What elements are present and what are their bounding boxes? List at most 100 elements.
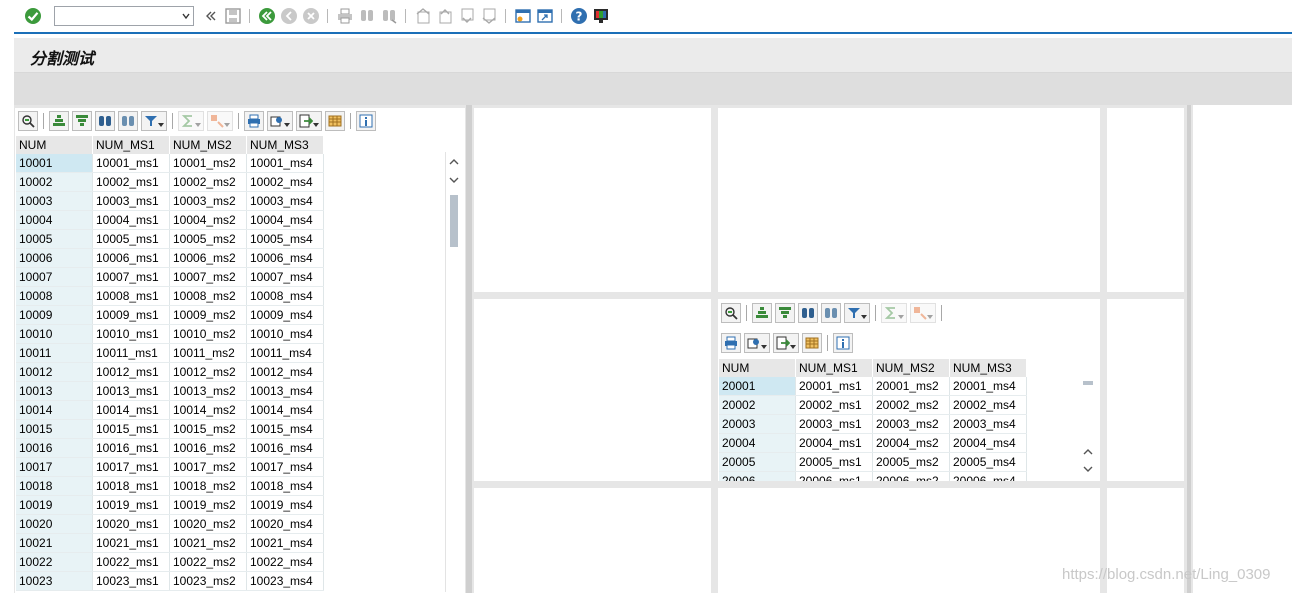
table-cell[interactable]: 10014_ms1: [92, 400, 170, 420]
key-cell[interactable]: 20006: [719, 471, 796, 481]
table-cell[interactable]: 10010_ms2: [169, 324, 247, 344]
layout-icon[interactable]: [325, 111, 345, 131]
find-icon[interactable]: [358, 7, 376, 25]
key-cell[interactable]: 10020: [16, 514, 93, 534]
table-cell[interactable]: 10011_ms2: [169, 343, 247, 363]
chevron-up-icon[interactable]: [1083, 447, 1093, 457]
subtotal-icon[interactable]: [910, 303, 936, 323]
table-row[interactable]: 10023 10023_ms1 10023_ms2 10023_ms4: [16, 571, 324, 591]
table-cell[interactable]: 10015_ms2: [169, 419, 247, 439]
table-row[interactable]: 10012 10012_ms1 10012_ms2 10012_ms4: [16, 362, 324, 382]
total-icon[interactable]: [881, 303, 907, 323]
table-cell[interactable]: 10022_ms4: [246, 552, 324, 572]
table-row[interactable]: 10013 10013_ms1 10013_ms2 10013_ms4: [16, 381, 324, 401]
table-cell[interactable]: 10015_ms4: [246, 419, 324, 439]
table-cell[interactable]: 10001_ms1: [92, 154, 170, 173]
find-icon[interactable]: [95, 111, 115, 131]
table-cell[interactable]: 10014_ms2: [169, 400, 247, 420]
scroll-thumb[interactable]: [1083, 381, 1093, 385]
table-row[interactable]: 20006 20006_ms1 20006_ms2 20006_ms4: [719, 471, 1027, 481]
key-cell[interactable]: 10013: [16, 381, 93, 401]
vertical-splitter[interactable]: [466, 105, 472, 593]
table-cell[interactable]: 10013_ms1: [92, 381, 170, 401]
table-cell[interactable]: 10009_ms2: [169, 305, 247, 325]
details-icon[interactable]: [721, 303, 741, 323]
key-cell[interactable]: 10012: [16, 362, 93, 382]
scroll-thumb[interactable]: [450, 195, 458, 247]
key-cell[interactable]: 10002: [16, 172, 93, 192]
shortcut-icon[interactable]: [536, 7, 554, 25]
find-icon[interactable]: [798, 303, 818, 323]
table-row[interactable]: 10001 10001_ms1 10001_ms2 10001_ms4: [16, 154, 324, 173]
column-header-num-ms3[interactable]: NUM_MS3: [246, 136, 324, 154]
table-row[interactable]: 10011 10011_ms1 10011_ms2 10011_ms4: [16, 343, 324, 363]
table-row[interactable]: 10018 10018_ms1 10018_ms2 10018_ms4: [16, 476, 324, 496]
table-cell[interactable]: 20006_ms4: [949, 471, 1027, 481]
table-cell[interactable]: 20005_ms4: [949, 452, 1027, 472]
create-session-icon[interactable]: [514, 7, 532, 25]
table-cell[interactable]: 10012_ms1: [92, 362, 170, 382]
table-cell[interactable]: 10022_ms1: [92, 552, 170, 572]
table-cell[interactable]: 10001_ms4: [246, 154, 324, 173]
table-cell[interactable]: 10003_ms4: [246, 191, 324, 211]
left-scrollbar[interactable]: [445, 152, 462, 592]
table-cell[interactable]: 10008_ms1: [92, 286, 170, 306]
key-cell[interactable]: 10004: [16, 210, 93, 230]
layout-icon[interactable]: [802, 333, 822, 353]
table-cell[interactable]: 10007_ms1: [92, 267, 170, 287]
key-cell[interactable]: 20002: [719, 395, 796, 415]
table-cell[interactable]: 10001_ms2: [169, 154, 247, 173]
table-cell[interactable]: 10005_ms2: [169, 229, 247, 249]
key-cell[interactable]: 10001: [16, 154, 93, 173]
table-cell[interactable]: 10008_ms4: [246, 286, 324, 306]
table-cell[interactable]: 10017_ms4: [246, 457, 324, 477]
command-field[interactable]: [54, 6, 194, 26]
table-cell[interactable]: 10016_ms2: [169, 438, 247, 458]
next-page-icon[interactable]: [458, 7, 476, 25]
table-cell[interactable]: 20004_ms1: [795, 433, 873, 453]
table-cell[interactable]: 20002_ms2: [872, 395, 950, 415]
chevron-up-icon[interactable]: [449, 157, 459, 167]
column-header-num-ms2[interactable]: NUM_MS2: [169, 136, 247, 154]
export-icon[interactable]: [773, 333, 799, 353]
table-row[interactable]: 10009 10009_ms1 10009_ms2 10009_ms4: [16, 305, 324, 325]
help-icon[interactable]: ?: [570, 7, 588, 25]
key-cell[interactable]: 10015: [16, 419, 93, 439]
key-cell[interactable]: 10016: [16, 438, 93, 458]
table-row[interactable]: 20005 20005_ms1 20005_ms2 20005_ms4: [719, 452, 1027, 472]
key-cell[interactable]: 20005: [719, 452, 796, 472]
column-header-num[interactable]: NUM: [16, 136, 93, 154]
key-cell[interactable]: 10018: [16, 476, 93, 496]
table-row[interactable]: 10021 10021_ms1 10021_ms2 10021_ms4: [16, 533, 324, 553]
table-cell[interactable]: 10007_ms4: [246, 267, 324, 287]
table-cell[interactable]: 10019_ms2: [169, 495, 247, 515]
key-cell[interactable]: 10006: [16, 248, 93, 268]
table-cell[interactable]: 10011_ms1: [92, 343, 170, 363]
filter-icon[interactable]: [844, 303, 870, 323]
table-cell[interactable]: 10020_ms4: [246, 514, 324, 534]
table-cell[interactable]: 10004_ms4: [246, 210, 324, 230]
key-cell[interactable]: 10021: [16, 533, 93, 553]
table-cell[interactable]: 10010_ms1: [92, 324, 170, 344]
enter-icon[interactable]: [24, 7, 42, 25]
table-cell[interactable]: 20002_ms1: [795, 395, 873, 415]
table-cell[interactable]: 10006_ms4: [246, 248, 324, 268]
info-icon[interactable]: [833, 333, 853, 353]
sort-desc-icon[interactable]: [72, 111, 92, 131]
table-cell[interactable]: 20006_ms2: [872, 471, 950, 481]
table-cell[interactable]: 20003_ms2: [872, 414, 950, 434]
table-cell[interactable]: 20001_ms1: [795, 377, 873, 396]
table-cell[interactable]: 10017_ms1: [92, 457, 170, 477]
table-cell[interactable]: 10021_ms4: [246, 533, 324, 553]
table-cell[interactable]: 10009_ms4: [246, 305, 324, 325]
chevron-down-icon[interactable]: [449, 175, 459, 185]
total-icon[interactable]: [178, 111, 204, 131]
save-icon[interactable]: [224, 7, 242, 25]
table-cell[interactable]: 20003_ms1: [795, 414, 873, 434]
table-cell[interactable]: 10007_ms2: [169, 267, 247, 287]
column-header-num-ms2[interactable]: NUM_MS2: [872, 359, 950, 377]
info-icon[interactable]: [356, 111, 376, 131]
details-icon[interactable]: [18, 111, 38, 131]
table-cell[interactable]: 10011_ms4: [246, 343, 324, 363]
table-cell[interactable]: 10019_ms4: [246, 495, 324, 515]
